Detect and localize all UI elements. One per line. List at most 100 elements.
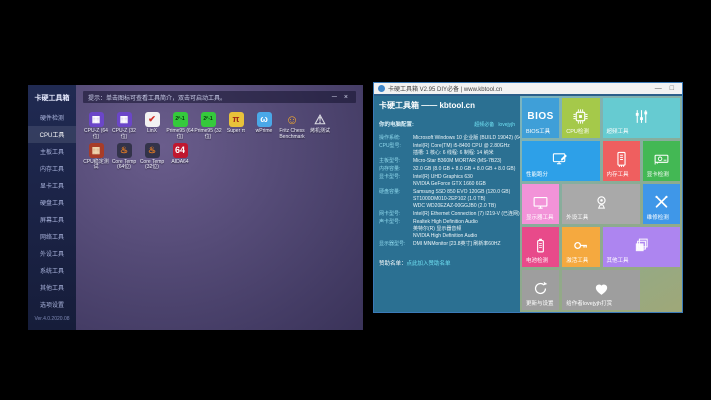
ram-stick-icon bbox=[613, 151, 630, 168]
tile-bios-text[interactable]: BIOS BIOS工具 bbox=[522, 98, 559, 138]
webcam-icon bbox=[593, 194, 610, 211]
minimize-button[interactable]: － bbox=[328, 92, 341, 102]
tool-prime-formula[interactable]: 2ᴾ-1 Prime95 (64位) bbox=[166, 112, 194, 141]
sponsor-footer: 赞助名单：点此加入赞助名单 bbox=[379, 259, 515, 267]
minimize-button[interactable]: — bbox=[651, 85, 666, 92]
info-panel-header: 卡硬工具箱 —— kbtool.cn bbox=[379, 100, 515, 111]
tool-cpu-chip[interactable]: ▦CPU-Z (64位) bbox=[82, 112, 110, 141]
spec-row-6: 网卡型号:Intel(R) Ethernet Connection (7) I2… bbox=[379, 211, 515, 218]
tool-label: Core Temp (64位) bbox=[110, 160, 138, 172]
sidebar-item-1[interactable]: CPU工具 bbox=[28, 126, 76, 143]
sidebar-item-3[interactable]: 内存工具 bbox=[28, 160, 76, 177]
donate-heart-icon bbox=[593, 280, 610, 297]
tool-prime-formula[interactable]: 2ᴾ-1Prime95 (32位) bbox=[194, 112, 222, 141]
copy-stack-icon bbox=[633, 237, 650, 254]
sidebar-item-5[interactable]: 硬盘工具 bbox=[28, 194, 76, 211]
battery-icon bbox=[532, 237, 549, 254]
tool-flame[interactable]: ♨Core Temp (64位) bbox=[110, 143, 138, 172]
spec-row-8: 显示器型号:DMI MNMonitor [23.8英寸] 刷新率60HZ bbox=[379, 241, 515, 248]
desktop: 卡硬工具箱 硬件检测CPU工具主板工具内存工具显卡工具硬盘工具屏幕工具网络工具外… bbox=[0, 0, 711, 400]
sidebar-item-10[interactable]: 其他工具 bbox=[28, 279, 76, 296]
app-icon bbox=[378, 85, 385, 92]
header-links: 超频必备 lovejyjh bbox=[470, 113, 515, 131]
sidebar-item-0[interactable]: 硬件检测 bbox=[28, 109, 76, 126]
tile-grid: BIOS BIOS工具 CPU检测 超频工具性能跑分 内存工具 显卡检测显示器工具外设工具… bbox=[520, 96, 682, 312]
left-sidebar-items: 硬件检测CPU工具主板工具内存工具显卡工具硬盘工具屏幕工具网络工具外设工具系统工… bbox=[28, 109, 76, 316]
left-version-text: Ver.4.0.2020.08 bbox=[28, 316, 76, 330]
sidebar-item-7[interactable]: 网络工具 bbox=[28, 228, 76, 245]
tile-label: 给作者lovejyjh打赏 bbox=[566, 299, 612, 307]
tile-key[interactable]: 激活工具 bbox=[562, 227, 599, 267]
sponsor-link[interactable]: 点此加入赞助名单 bbox=[407, 261, 451, 267]
tile-monitor-brush[interactable]: 性能跑分 bbox=[522, 141, 600, 181]
spec-value: ST1000DM010-2EP102 (1.0 TB) bbox=[413, 196, 515, 203]
tile-label: 内存工具 bbox=[607, 170, 629, 178]
cpu-chip-icon: ▦ bbox=[117, 112, 132, 127]
spec-value: Micro-Star B360M MORTAR (MS-7B23) bbox=[413, 158, 515, 165]
tool-flame[interactable]: ♨Core Temp (32位) bbox=[138, 143, 166, 172]
tile-label: CPU检测 bbox=[566, 127, 589, 135]
kbtool-body: 卡硬工具箱 —— kbtool.cn 你的电脑配置: 超频必备lovejyjh … bbox=[374, 96, 682, 312]
sponsor-label: 赞助名单： bbox=[379, 261, 407, 267]
spec-value: NVIDIA High Definition Audio bbox=[413, 233, 515, 240]
tile-copy-stack[interactable]: 其他工具 bbox=[603, 227, 681, 267]
spec-row-5: 硬盘容量:Samsung SSD 850 EVO 120GB (120.0 GB… bbox=[379, 189, 515, 210]
sidebar-item-2[interactable]: 主板工具 bbox=[28, 143, 76, 160]
sidebar-item-9[interactable]: 系统工具 bbox=[28, 262, 76, 279]
tile-monitor[interactable]: 显示器工具 bbox=[522, 184, 559, 224]
sidebar-item-8[interactable]: 外设工具 bbox=[28, 245, 76, 262]
cpu-chip-icon: ▦ bbox=[89, 112, 104, 127]
spec-value: Samsung SSD 850 EVO 120GB (120.0 GB) bbox=[413, 189, 515, 196]
tool-warning-triangle[interactable]: ⚠烤机测试 bbox=[306, 112, 334, 141]
spec-value: Realtek High Definition Audio bbox=[413, 219, 515, 226]
tool-pi-symbol[interactable]: πSuper π bbox=[222, 112, 250, 141]
maximize-button[interactable]: □ bbox=[666, 85, 678, 92]
spec-row-7: 声卡型号:Realtek High Definition Audio英特尔(R)… bbox=[379, 219, 515, 240]
tool-cpu-chip[interactable]: ▦ CPU-Z (32位) bbox=[110, 112, 138, 141]
tile-webcam[interactable]: 外设工具 bbox=[562, 184, 640, 224]
bios-text: BIOS bbox=[527, 111, 553, 122]
prime-formula-icon: 2ᴾ-1 bbox=[173, 112, 188, 127]
tool-label: 烤机测试 bbox=[306, 129, 334, 135]
key-icon bbox=[572, 237, 589, 254]
gpu-card-icon bbox=[653, 151, 670, 168]
tile-donate-heart[interactable]: 给作者lovejyjh打赏 bbox=[562, 270, 640, 310]
sidebar-item-4[interactable]: 显卡工具 bbox=[28, 177, 76, 194]
config-subheader: 你的电脑配置: bbox=[379, 120, 414, 128]
pi-symbol-icon: π bbox=[229, 112, 244, 127]
tile-ram-stick[interactable]: 内存工具 bbox=[603, 141, 640, 181]
tile-sliders[interactable]: 超频工具 bbox=[603, 98, 681, 138]
tool-label: LinX bbox=[138, 129, 166, 135]
tool-stress-test[interactable]: ▦CPU稳定测试 bbox=[82, 143, 110, 172]
tool-aida64-badge[interactable]: 64AIDA64 bbox=[166, 143, 194, 172]
tool-label: wPrime bbox=[250, 129, 278, 135]
spec-label: 声卡型号: bbox=[379, 219, 413, 240]
spec-value: Intel(R) UHD Graphics 630 bbox=[413, 174, 515, 181]
tile-label: 性能跑分 bbox=[526, 170, 548, 178]
tile-label: BIOS工具 bbox=[526, 127, 550, 135]
tool-wprime-swirl[interactable]: ωwPrime bbox=[250, 112, 278, 141]
header-link-1[interactable]: lovejyjh bbox=[498, 122, 515, 128]
sidebar-item-6[interactable]: 屏幕工具 bbox=[28, 211, 76, 228]
sidebar-item-11[interactable]: 选项设置 bbox=[28, 296, 76, 313]
tile-refresh[interactable]: 更新与设置 bbox=[522, 270, 559, 310]
tile-battery[interactable]: 电池检测 bbox=[522, 227, 559, 267]
header-link-0[interactable]: 超频必备 bbox=[474, 122, 494, 128]
tool-smiley[interactable]: ☺Fritz Chess Benchmark bbox=[278, 112, 306, 141]
tool-label: CPU-Z (32位) bbox=[110, 129, 138, 141]
monitor-brush-icon bbox=[552, 151, 569, 168]
tile-tools-cross[interactable]: 维修检测 bbox=[643, 184, 680, 224]
spec-label: 内存容量: bbox=[379, 166, 413, 173]
tool-checkmark[interactable]: ✔LinX bbox=[138, 112, 166, 141]
spec-label: 显示器型号: bbox=[379, 241, 413, 248]
tile-cpu-chip[interactable]: CPU检测 bbox=[562, 98, 599, 138]
close-button[interactable]: × bbox=[341, 94, 351, 101]
tile-label: 显卡检测 bbox=[647, 170, 669, 178]
spec-label: 主板型号: bbox=[379, 158, 413, 165]
tile-label: 激活工具 bbox=[566, 256, 588, 264]
tile-gpu-card[interactable]: 显卡检测 bbox=[643, 141, 680, 181]
tool-label: Prime95 (64位) bbox=[166, 129, 194, 141]
refresh-icon bbox=[532, 280, 549, 297]
kbtool-window: 卡硬工具箱 V2.95 DIY必备 | www.kbtool.cn — □ 卡硬… bbox=[373, 82, 683, 313]
tile-label: 维修检测 bbox=[647, 213, 669, 221]
